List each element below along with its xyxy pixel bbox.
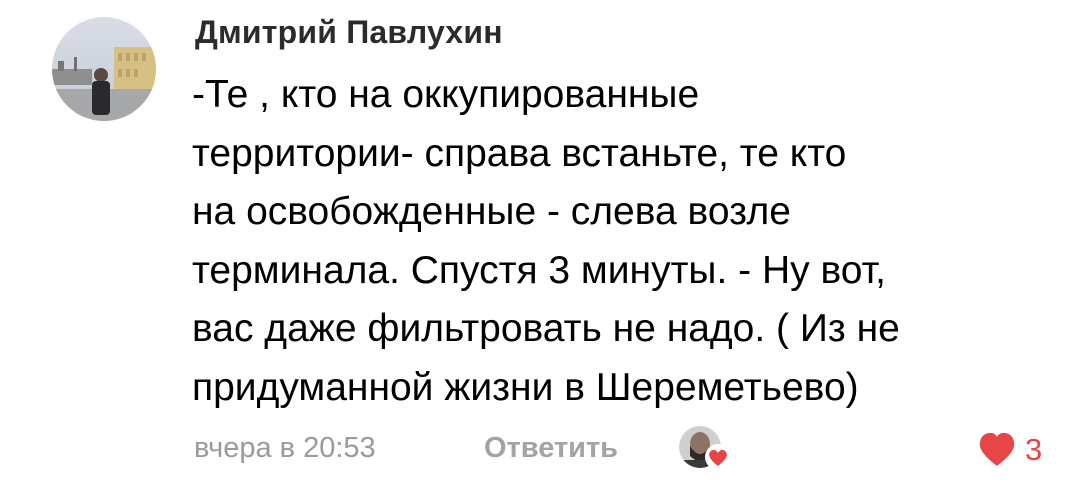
avatar-photo-icon bbox=[52, 17, 156, 121]
author-liked-indicator bbox=[679, 426, 731, 472]
comment-text-line: вас даже фильтровать не надо. ( Из не bbox=[192, 307, 900, 350]
like-count: 3 bbox=[1025, 432, 1043, 467]
comment-text-line: придуманной жизни в Шереметьево) bbox=[192, 365, 859, 409]
comment-text-line: на освобожденные - слева возле bbox=[192, 190, 791, 233]
comment-text: -Те , кто на оккупированные территории- … bbox=[192, 66, 1042, 417]
comment-text-line: терминала. Спустя 3 минуты. - Ну вот, bbox=[192, 248, 886, 292]
comment-text-line: территории- справа встаньте, те кто bbox=[192, 131, 847, 175]
comment-date: вчера в 20:53 bbox=[194, 432, 376, 464]
comment: Дмитрий Павлухин -Те , кто на оккупирова… bbox=[0, 0, 1080, 495]
like-button[interactable]: 3 bbox=[977, 428, 1057, 470]
liker-heart-icon bbox=[705, 444, 731, 470]
reply-button[interactable]: Ответить bbox=[484, 432, 618, 465]
heart-icon bbox=[979, 432, 1015, 466]
comment-footer: вчера в 20:53 Ответить 3 bbox=[194, 426, 1054, 472]
comment-author-name[interactable]: Дмитрий Павлухин bbox=[195, 14, 503, 51]
author-avatar[interactable] bbox=[52, 17, 156, 121]
comment-text-line: -Те , кто на оккупированные bbox=[192, 73, 700, 116]
